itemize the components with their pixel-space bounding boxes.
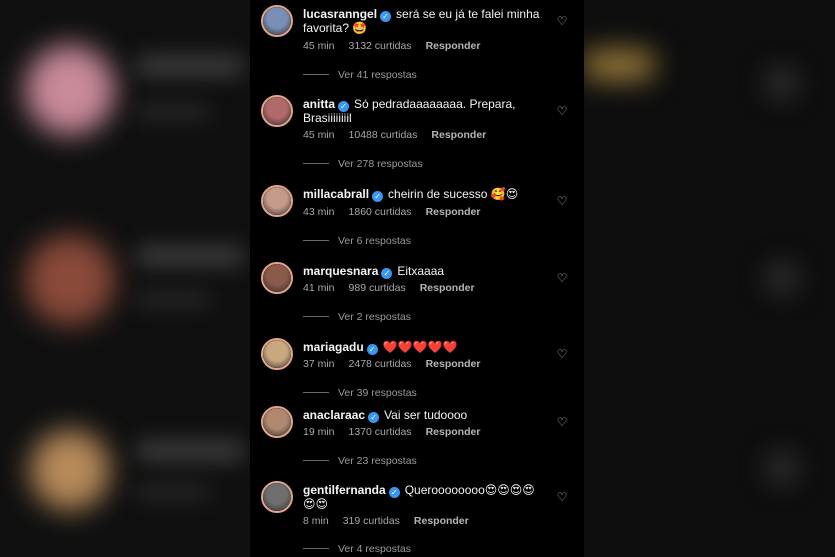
view-replies-button[interactable]: Ver 6 respostas: [303, 235, 411, 247]
comment-likes[interactable]: 1370 curtidas: [349, 426, 412, 438]
comment-time: 37 min: [303, 358, 335, 370]
avatar-image: [263, 483, 291, 511]
verified-badge-icon: ✓: [372, 191, 384, 202]
comment-time: 41 min: [303, 282, 335, 294]
comment-meta: 8 min 319 curtidas Responder: [303, 515, 483, 527]
comment-text: Vai ser tudoooo: [384, 408, 468, 422]
view-replies-label: Ver 4 respostas: [338, 543, 411, 555]
replies-divider: [303, 163, 329, 164]
comment-body: lucasranngel ✓ será se eu já te falei minh…: [303, 8, 543, 35]
comment-likes[interactable]: 2478 curtidas: [349, 358, 412, 370]
comment-meta: 45 min 10488 curtidas Responder: [303, 129, 500, 141]
comment-likes[interactable]: 989 curtidas: [349, 282, 406, 294]
verified-badge-icon: ✓: [388, 487, 400, 498]
comment-username[interactable]: anitta: [303, 97, 335, 111]
reply-button[interactable]: Responder: [431, 129, 486, 141]
avatar[interactable]: [261, 5, 293, 37]
comment-likes[interactable]: 1860 curtidas: [349, 206, 412, 218]
view-replies-label: Ver 23 respostas: [338, 455, 417, 467]
comment-likes[interactable]: 3132 curtidas: [349, 40, 412, 52]
verified-badge-icon: ✓: [381, 268, 393, 279]
reply-button[interactable]: Responder: [420, 282, 475, 294]
view-replies-label: Ver 41 respostas: [338, 69, 417, 81]
reply-button[interactable]: Responder: [426, 206, 481, 218]
view-replies-label: Ver 6 respostas: [338, 235, 411, 247]
comment-meta: 19 min 1370 curtidas Responder: [303, 426, 494, 438]
comment-body: anaclaraac ✓ Vai ser tudoooo: [303, 409, 543, 423]
comment-meta: 41 min 989 curtidas Responder: [303, 282, 489, 294]
heart-icon[interactable]: ♡: [555, 14, 569, 28]
avatar[interactable]: [261, 338, 293, 370]
comment-body: millacabrall ✓ cheirin de sucesso 🥰😍: [303, 188, 543, 202]
comment-time: 19 min: [303, 426, 335, 438]
comment-time: 8 min: [303, 515, 329, 527]
view-replies-label: Ver 278 respostas: [338, 158, 423, 170]
comment-body: gentilfernanda ✓ Queroooooooo😍😍😍😍😍😍: [303, 484, 543, 511]
verified-badge-icon: ✓: [368, 412, 380, 423]
comment-body: marquesnara ✓ Eitxaaaa: [303, 265, 543, 279]
avatar-image: [263, 340, 291, 368]
avatar[interactable]: [261, 406, 293, 438]
replies-divider: [303, 392, 329, 393]
comment-likes[interactable]: 319 curtidas: [343, 515, 400, 527]
comment-body: mariagadu ✓ ❤️❤️❤️❤️❤️: [303, 341, 543, 355]
heart-icon[interactable]: ♡: [555, 271, 569, 285]
reply-button[interactable]: Responder: [426, 426, 481, 438]
avatar-image: [263, 187, 291, 215]
heart-icon[interactable]: ♡: [555, 104, 569, 118]
comment-body: anitta ✓ Só pedradaaaaaaaa. Prepara, Brasi…: [303, 98, 543, 125]
view-replies-button[interactable]: Ver 41 respostas: [303, 69, 417, 81]
comments-feed[interactable]: lucasranngel ✓ será se eu já te falei minh…: [250, 0, 584, 557]
blurred-background-right: [584, 0, 835, 557]
view-replies-button[interactable]: Ver 2 respostas: [303, 311, 411, 323]
blurred-background-left: [0, 0, 250, 557]
heart-icon[interactable]: ♡: [555, 490, 569, 504]
comment-time: 43 min: [303, 206, 335, 218]
comment-meta: 45 min 3132 curtidas Responder: [303, 40, 494, 52]
view-replies-label: Ver 2 respostas: [338, 311, 411, 323]
comment-username[interactable]: gentilfernanda: [303, 483, 386, 497]
reply-button[interactable]: Responder: [426, 358, 481, 370]
reply-button[interactable]: Responder: [426, 40, 481, 52]
avatar[interactable]: [261, 262, 293, 294]
verified-badge-icon: ✓: [380, 11, 392, 22]
view-replies-label: Ver 39 respostas: [338, 387, 417, 399]
comment-username[interactable]: anaclaraac: [303, 408, 365, 422]
reply-button[interactable]: Responder: [414, 515, 469, 527]
comment-username[interactable]: millacabrall: [303, 187, 369, 201]
avatar-image: [263, 408, 291, 436]
comment-likes[interactable]: 10488 curtidas: [349, 129, 418, 141]
comment-meta: 43 min 1860 curtidas Responder: [303, 206, 494, 218]
comment-text: ❤️❤️❤️❤️❤️: [382, 340, 458, 354]
avatar[interactable]: [261, 95, 293, 127]
replies-divider: [303, 460, 329, 461]
heart-icon[interactable]: ♡: [555, 194, 569, 208]
view-replies-button[interactable]: Ver 4 respostas: [303, 543, 411, 555]
comment-username[interactable]: mariagadu: [303, 340, 364, 354]
avatar[interactable]: [261, 481, 293, 513]
view-replies-button[interactable]: Ver 23 respostas: [303, 455, 417, 467]
replies-divider: [303, 74, 329, 75]
replies-divider: [303, 240, 329, 241]
avatar-image: [263, 97, 291, 125]
comment-meta: 37 min 2478 curtidas Responder: [303, 358, 494, 370]
view-replies-button[interactable]: Ver 278 respostas: [303, 158, 423, 170]
avatar[interactable]: [261, 185, 293, 217]
comment-username[interactable]: lucasranngel: [303, 7, 377, 21]
heart-icon[interactable]: ♡: [555, 415, 569, 429]
view-replies-button[interactable]: Ver 39 respostas: [303, 387, 417, 399]
comment-time: 45 min: [303, 129, 335, 141]
comment-username[interactable]: marquesnara: [303, 264, 378, 278]
avatar-image: [263, 7, 291, 35]
avatar-image: [263, 264, 291, 292]
comment-text: Eitxaaaa: [397, 264, 445, 278]
comment-text: cheirin de sucesso 🥰😍: [388, 187, 519, 201]
heart-icon[interactable]: ♡: [555, 347, 569, 361]
replies-divider: [303, 316, 329, 317]
comment-time: 45 min: [303, 40, 335, 52]
replies-divider: [303, 548, 329, 549]
verified-badge-icon: ✓: [366, 344, 378, 355]
